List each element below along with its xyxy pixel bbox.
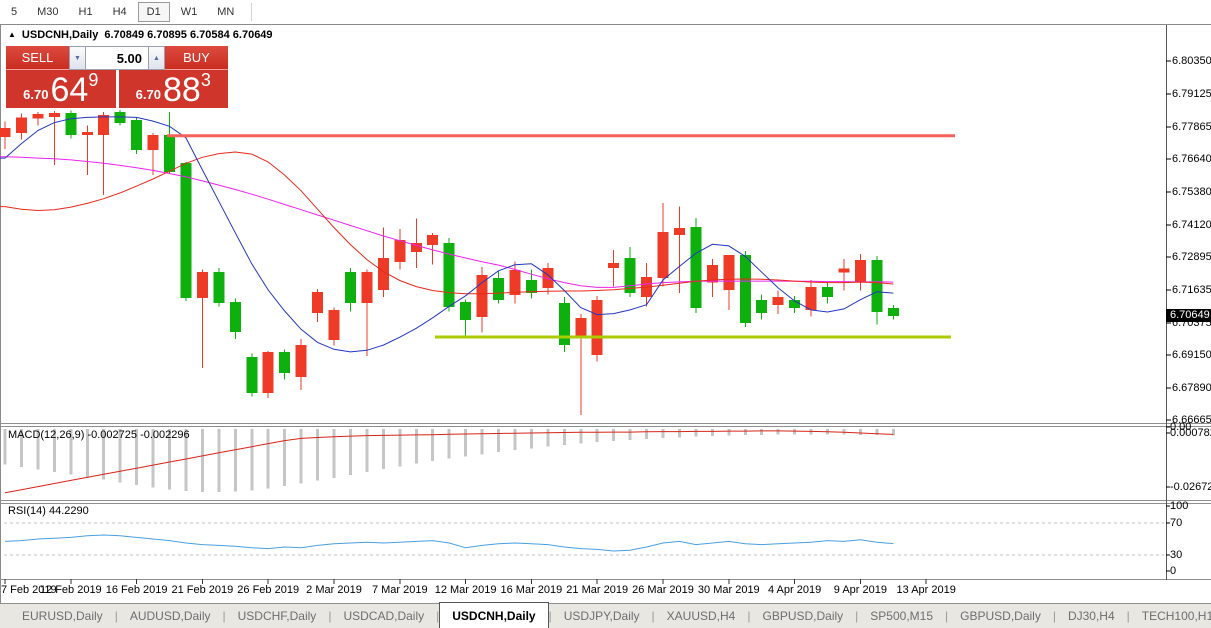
- chart-header: ▲ USDCNH,Daily 6.70849 6.70895 6.70584 6…: [8, 29, 273, 41]
- sell-price-prefix: 6.70: [23, 87, 49, 102]
- ohlc-values: 6.70849 6.70895 6.70584 6.70649: [104, 29, 273, 41]
- buy-price-pip: 3: [200, 70, 211, 90]
- volume-decrease-button[interactable]: ▼: [69, 46, 86, 70]
- buy-price-display[interactable]: 6.70 88 3: [118, 70, 228, 109]
- collapse-chart-icon[interactable]: ▲: [8, 31, 16, 39]
- buy-price-prefix: 6.70: [135, 87, 161, 102]
- terminal-window: 5 M30 H1 H4 D1 W1 MN ▲ USDCNH,Daily 6.70849 6.…: [0, 0, 1211, 628]
- chart-tab-usdcnh-daily[interactable]: USDCNH,Daily: [439, 602, 549, 628]
- current-price-label: 6.70649: [1166, 309, 1211, 322]
- symbol-title: USDCNH,Daily: [21, 29, 99, 41]
- rsi-label: RSI(14) 44.2290: [8, 505, 89, 517]
- buy-price-big: 88: [162, 71, 201, 109]
- sell-price-pip: 9: [88, 70, 99, 90]
- sell-price-big: 64: [50, 71, 89, 109]
- volume-input[interactable]: 5.00: [86, 46, 148, 70]
- sell-price-display[interactable]: 6.70 64 9: [6, 70, 116, 108]
- one-click-trade-panel: SELL ▼ 5.00 ▲ BUY 6.70 64 9 6.70 88 3: [6, 46, 228, 108]
- macd-label: MACD(12,26,9) -0.002725 -0.002296: [8, 429, 190, 441]
- volume-increase-button[interactable]: ▲: [148, 46, 165, 70]
- sell-button[interactable]: SELL: [6, 46, 69, 70]
- buy-button[interactable]: BUY: [165, 46, 228, 70]
